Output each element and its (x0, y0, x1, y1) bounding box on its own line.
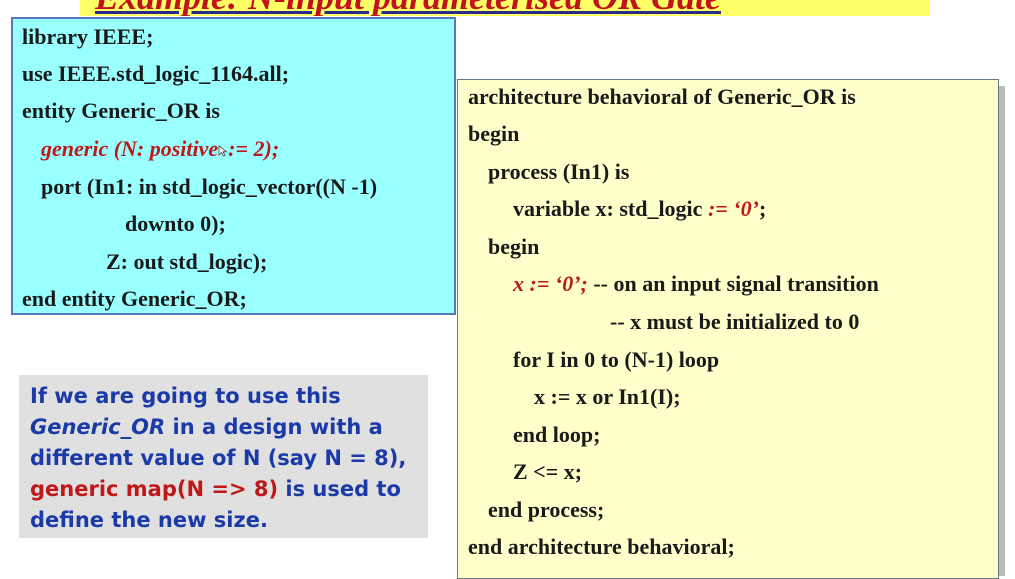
slide-title-banner: Example: N-input parameterised OR Gate (80, 0, 930, 16)
generic-clause: generic (N: positive := 2); (41, 136, 279, 162)
code-comment: -- on an input signal transition (587, 271, 879, 296)
slide-title: Example: N-input parameterised OR Gate (95, 0, 721, 16)
code-line: downto 0); (125, 211, 226, 236)
architecture-code-box: architecture behavioral of Generic_OR is… (457, 79, 999, 579)
note-line: different value of N (say N = 8), (30, 446, 407, 470)
code-line: x := ‘0’; -- on an input signal transiti… (513, 271, 879, 297)
code-line: entity Generic_OR is (22, 98, 220, 123)
code-line: end loop; (513, 422, 601, 447)
note-line: Generic_OR in a design with a (30, 413, 383, 441)
code-line: begin (488, 234, 540, 259)
code-line: Z <= x; (513, 459, 583, 484)
note-line: If we are going to use this (30, 384, 341, 408)
note-emphasis: Generic_OR (30, 415, 166, 439)
code-line: end process; (488, 497, 605, 522)
note-text: in a design with a (165, 415, 383, 439)
code-line: end architecture behavioral; (468, 534, 735, 559)
mouse-pointer-icon (218, 145, 228, 157)
generic-clause-end: := 2); (228, 136, 280, 161)
note-line: define the new size. (30, 508, 268, 532)
code-line: library IEEE; (22, 24, 154, 49)
code-line: Z: out std_logic); (106, 249, 268, 274)
code-line: for I in 0 to (N-1) loop (513, 347, 720, 372)
code-line: x := x or In1(I); (534, 384, 681, 409)
code-comment: -- x must be initialized to 0 (610, 309, 860, 334)
code-line: end entity Generic_OR; (22, 286, 247, 311)
generic-clause-start: generic (N: positive (41, 136, 219, 161)
code-line: variable x: std_logic := ‘0’; (513, 196, 766, 222)
code-line-part: := ‘0’ (702, 196, 759, 221)
entity-code-box: library IEEE; use IEEE.std_logic_1164.al… (11, 17, 456, 315)
code-line: use IEEE.std_logic_1164.all; (22, 61, 290, 86)
code-line-part: variable x: std_logic (513, 196, 703, 221)
code-line-part: x := ‘0’; (513, 271, 588, 296)
note-emphasis: generic map(N => 8) (30, 477, 279, 501)
code-line: port (In1: in std_logic_vector((N -1) (41, 174, 378, 199)
code-line: process (In1) is (488, 159, 630, 184)
code-line-part: ; (758, 196, 767, 221)
code-line: architecture behavioral of Generic_OR is (468, 84, 856, 109)
note-line: generic map(N => 8) is used to (30, 475, 401, 503)
note-text: is used to (278, 477, 401, 501)
code-line: begin (468, 121, 520, 146)
